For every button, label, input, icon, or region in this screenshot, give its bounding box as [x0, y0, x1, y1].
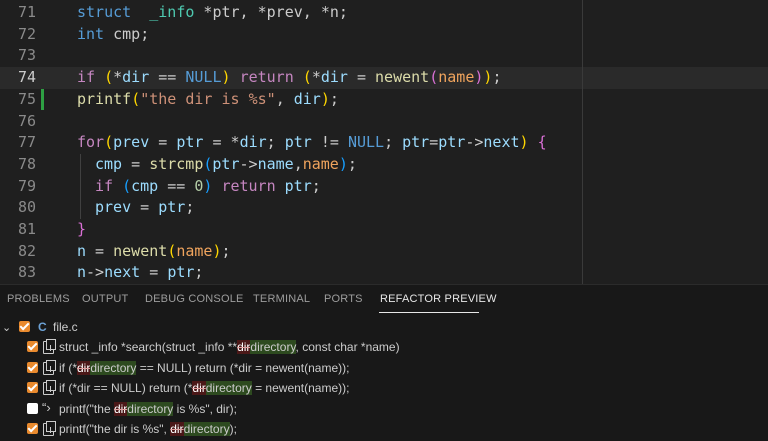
- line-number: 72: [17, 24, 36, 43]
- line-number: 71: [17, 3, 36, 21]
- bottom-panel: PROBLEMS OUTPUT DEBUG CONSOLE TERMINAL P…: [0, 284, 768, 441]
- code-text: printf("the dir is %s", dir);: [77, 89, 339, 108]
- line-number: 83: [17, 263, 36, 282]
- refactor-change-row[interactable]: if (*dir == NULL) return (*dirdirectory …: [0, 380, 768, 400]
- code-text: if (cmp == 0) return ptr;: [95, 176, 321, 195]
- symbol-reference-icon: [42, 380, 56, 396]
- symbol-reference-icon: [42, 421, 56, 437]
- line-number: 76: [17, 111, 36, 130]
- code-text: int cmp;: [77, 24, 150, 43]
- code-line[interactable]: 80 prev = ptr;: [0, 197, 768, 219]
- code-line[interactable]: 75 printf("the dir is %s", dir);: [0, 88, 768, 111]
- code-line[interactable]: 83 n->next = ptr;: [0, 262, 768, 284]
- change-checkbox[interactable]: [27, 423, 38, 435]
- code-line[interactable]: 81}: [0, 219, 768, 241]
- change-checkbox[interactable]: [27, 341, 38, 352]
- code-text: if (*dir == NULL) return (*dir = newent(…: [77, 68, 502, 87]
- change-preview-text: if (*dir == NULL) return (*dirdirectory …: [59, 381, 350, 396]
- symbol-reference-icon: [42, 359, 56, 375]
- change-preview-text: printf("the dir is %s", dirdirectory);: [59, 422, 237, 437]
- code-line[interactable]: 74 if (*dir == NULL) return (*dir = newen…: [0, 67, 768, 89]
- string-match-icon: “›: [42, 399, 51, 415]
- line-number: 77: [17, 133, 36, 152]
- line-number: 74: [17, 68, 36, 87]
- refactor-change-row[interactable]: printf("the dir is %s", dirdirectory);: [0, 421, 768, 441]
- chevron-down-icon[interactable]: ⌄: [2, 321, 12, 334]
- refactor-change-row[interactable]: “› printf("the dirdirectory is %s", dir);: [0, 399, 768, 421]
- code-line[interactable]: 78 cmp = strcmp(ptr->name,name);: [0, 154, 768, 176]
- code-line[interactable]: 79 if (cmp == 0) return ptr;: [0, 176, 768, 198]
- code-text: n = newent(name);: [77, 241, 231, 260]
- tab-debug-console[interactable]: DEBUG CONSOLE: [145, 293, 244, 305]
- change-checkbox[interactable]: [27, 402, 38, 414]
- code-line[interactable]: 72 int cmp;: [0, 24, 768, 46]
- code-line[interactable]: 71 struct _info *ptr, *prev, *n;: [0, 2, 768, 24]
- line-number: 73: [17, 46, 36, 65]
- code-text: n->next = ptr;: [77, 263, 204, 282]
- line-number: 78: [17, 154, 36, 173]
- line-number: 80: [17, 198, 36, 217]
- code-line[interactable]: 76: [0, 111, 768, 133]
- refactor-change-row[interactable]: if (*dirdirectory == NULL) return (*dir …: [0, 359, 768, 380]
- active-tab-indicator: [379, 312, 479, 313]
- change-preview-text: struct _info *search(struct _info **dird…: [59, 340, 400, 354]
- indent-guide: [80, 153, 81, 219]
- file-tree-row[interactable]: ⌄ C file.c: [0, 319, 768, 339]
- change-checkbox[interactable]: [27, 361, 38, 373]
- code-line[interactable]: 77 for(prev = ptr = *dir; ptr != NULL; pt…: [0, 132, 768, 154]
- tab-terminal[interactable]: TERMINAL: [253, 293, 310, 305]
- code-text: prev = ptr;: [95, 198, 195, 217]
- file-checkbox[interactable]: [19, 321, 30, 332]
- tab-problems[interactable]: PROBLEMS: [7, 293, 70, 305]
- line-number: 79: [17, 176, 36, 195]
- code-line[interactable]: 82 n = newent(name);: [0, 241, 768, 263]
- change-preview-text: if (*dirdirectory == NULL) return (*dir …: [59, 360, 350, 375]
- editor-ruler: [582, 0, 583, 284]
- c-file-icon: C: [38, 320, 47, 334]
- line-number: 82: [17, 241, 36, 260]
- file-name: file.c: [53, 320, 78, 334]
- code-editor[interactable]: 71 struct _info *ptr, *prev, *n; 72 int cmp…: [0, 0, 768, 284]
- symbol-reference-icon: [42, 339, 56, 354]
- tab-refactor-preview[interactable]: REFACTOR PREVIEW: [380, 293, 497, 305]
- change-checkbox[interactable]: [27, 382, 38, 394]
- code-text: cmp = strcmp(ptr->name,name);: [95, 154, 357, 173]
- code-text: struct _info *ptr, *prev, *n;: [77, 3, 348, 21]
- line-number: 75: [17, 89, 36, 108]
- code-text: }: [77, 220, 87, 238]
- code-line[interactable]: 73: [0, 45, 768, 67]
- change-preview-text: printf("the dirdirectory is %s", dir);: [59, 401, 237, 416]
- tab-ports[interactable]: PORTS: [324, 293, 363, 305]
- line-number: 81: [17, 220, 36, 238]
- refactor-change-row[interactable]: struct _info *search(struct _info **dird…: [0, 339, 768, 359]
- code-text: for(prev = ptr = *dir; ptr != NULL; ptr=…: [77, 133, 547, 152]
- tab-output[interactable]: OUTPUT: [82, 293, 128, 305]
- panel-tabs: PROBLEMS OUTPUT DEBUG CONSOLE TERMINAL P…: [0, 285, 768, 313]
- git-change-marker: [41, 88, 44, 110]
